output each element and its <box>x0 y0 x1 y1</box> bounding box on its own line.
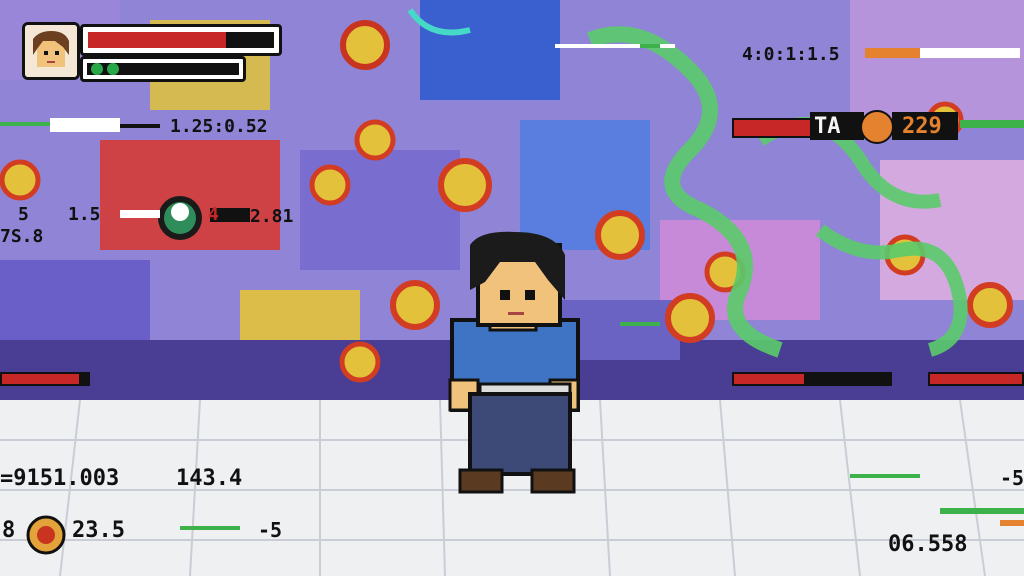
game-scene <box>0 0 1024 576</box>
glitch-bar <box>920 48 1020 58</box>
energy-orb-icon <box>107 63 119 75</box>
player-portrait-icon <box>22 22 80 80</box>
enemy-health-bar-far <box>928 372 1024 386</box>
coord-readout: =9151.003 <box>0 466 120 491</box>
glitch-bar <box>120 124 160 128</box>
glitch-bar <box>940 508 1024 514</box>
debug-value-a: 5 <box>18 204 29 225</box>
glitch-bar <box>640 44 660 48</box>
energy-orb-icon <box>91 63 103 75</box>
owl-badge-icon <box>860 110 894 144</box>
glitch-bar <box>850 474 920 478</box>
glitch-bar <box>120 210 160 218</box>
player-energy-bar <box>80 56 246 82</box>
coin-icon <box>26 515 66 555</box>
player-health-bar <box>80 24 282 56</box>
glitch-bar <box>1000 520 1024 526</box>
enemy-health-bar-left <box>0 372 90 386</box>
bottom-left-value: 23.5 <box>72 518 125 543</box>
enemy-token <box>158 196 202 240</box>
debug-value-c: 2.81 <box>250 206 294 227</box>
enemy-hp-readout: 229 <box>902 114 942 139</box>
bottom-right-value: 06.558 <box>888 532 968 557</box>
glitch-bar <box>960 120 1024 128</box>
glitch-bar <box>180 526 240 530</box>
debug-readout-top-right: 4:0:1:1.5 <box>742 44 840 65</box>
glitch-bar <box>50 118 120 132</box>
enemy-hud: TA 229 <box>732 110 962 144</box>
enemy-tag: TA <box>814 114 841 139</box>
debug-marker-red: 4 <box>208 204 219 225</box>
player-health-fill <box>88 32 226 48</box>
debug-value-b: 1.5 <box>68 204 101 225</box>
coord-readout-b: 143.4 <box>176 466 243 491</box>
glitch-bar <box>620 322 660 326</box>
debug-readout-mid-left: 1.25:0.52 <box>170 116 268 137</box>
bottom-left-delta: -5 <box>258 518 283 542</box>
debug-value-d: 7S.8 <box>0 226 44 247</box>
bottom-left-count: 8 <box>2 518 16 543</box>
enemy-health-bar-right <box>732 372 892 386</box>
right-delta: -5 <box>1000 466 1024 490</box>
